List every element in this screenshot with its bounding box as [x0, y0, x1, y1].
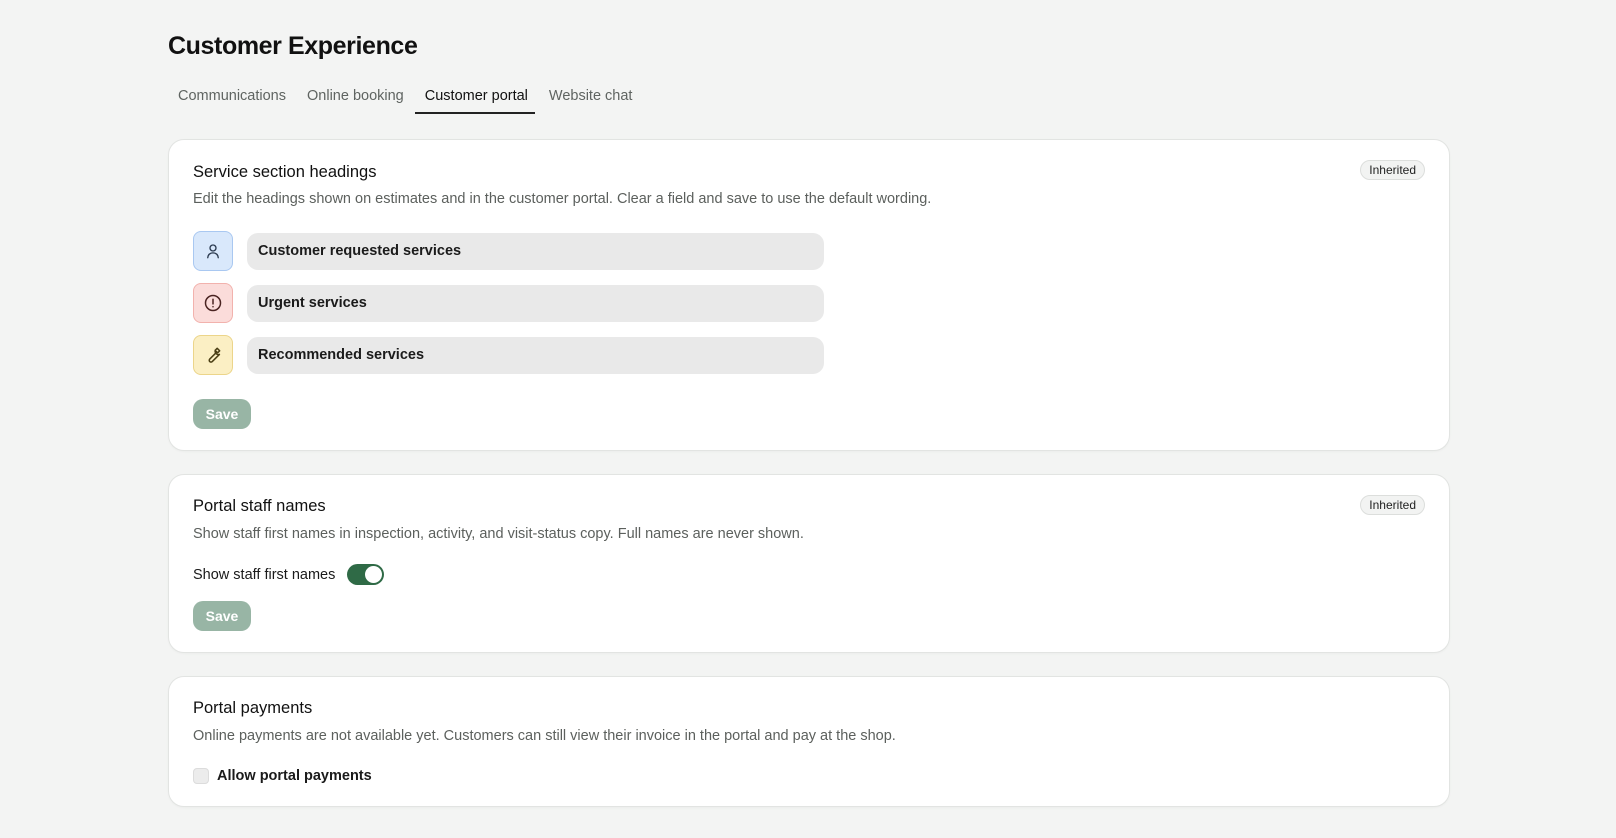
inherited-badge: Inherited [1360, 495, 1425, 515]
tab-communications[interactable]: Communications [168, 84, 293, 114]
allow-payments-checkbox[interactable] [193, 768, 209, 784]
heading-row-customer-requested [193, 231, 824, 271]
heading-row-urgent [193, 283, 824, 323]
page-title: Customer Experience [168, 32, 418, 60]
show-staff-names-toggle[interactable] [347, 564, 385, 585]
service-headings-card: Service section headings Inherited Edit … [168, 139, 1450, 451]
staff-names-card: Portal staff names Inherited Show staff … [168, 474, 1450, 653]
wrench-icon [193, 335, 233, 375]
urgent-heading-input[interactable] [247, 284, 824, 322]
tab-bar: Communications Online booking Customer p… [168, 84, 639, 114]
tab-online-booking[interactable]: Online booking [297, 84, 411, 114]
user-icon [193, 231, 233, 271]
checkbox-label: Allow portal payments [217, 768, 372, 784]
tab-website-chat[interactable]: Website chat [539, 84, 640, 114]
alert-circle-icon [193, 283, 233, 323]
card-description: Edit the headings shown on estimates and… [193, 191, 932, 207]
save-button[interactable]: Save [193, 601, 251, 631]
inherited-badge: Inherited [1360, 160, 1425, 180]
card-description: Online payments are not available yet. C… [193, 728, 896, 744]
card-description: Show staff first names in inspection, ac… [193, 526, 804, 542]
recommended-heading-input[interactable] [247, 336, 824, 374]
card-title: Service section headings [193, 163, 377, 181]
toggle-knob [365, 566, 383, 583]
allow-payments-row: Allow portal payments [193, 768, 372, 784]
tab-customer-portal[interactable]: Customer portal [414, 84, 535, 114]
customer-requested-heading-input[interactable] [247, 232, 824, 270]
card-title: Portal payments [193, 699, 313, 717]
toggle-label: Show staff first names [193, 566, 336, 583]
payments-card: Portal payments Online payments are not … [168, 676, 1450, 807]
save-button[interactable]: Save [193, 399, 251, 429]
staff-names-toggle-row: Show staff first names [193, 564, 385, 585]
heading-row-recommended [193, 335, 824, 375]
card-title: Portal staff names [193, 497, 326, 515]
